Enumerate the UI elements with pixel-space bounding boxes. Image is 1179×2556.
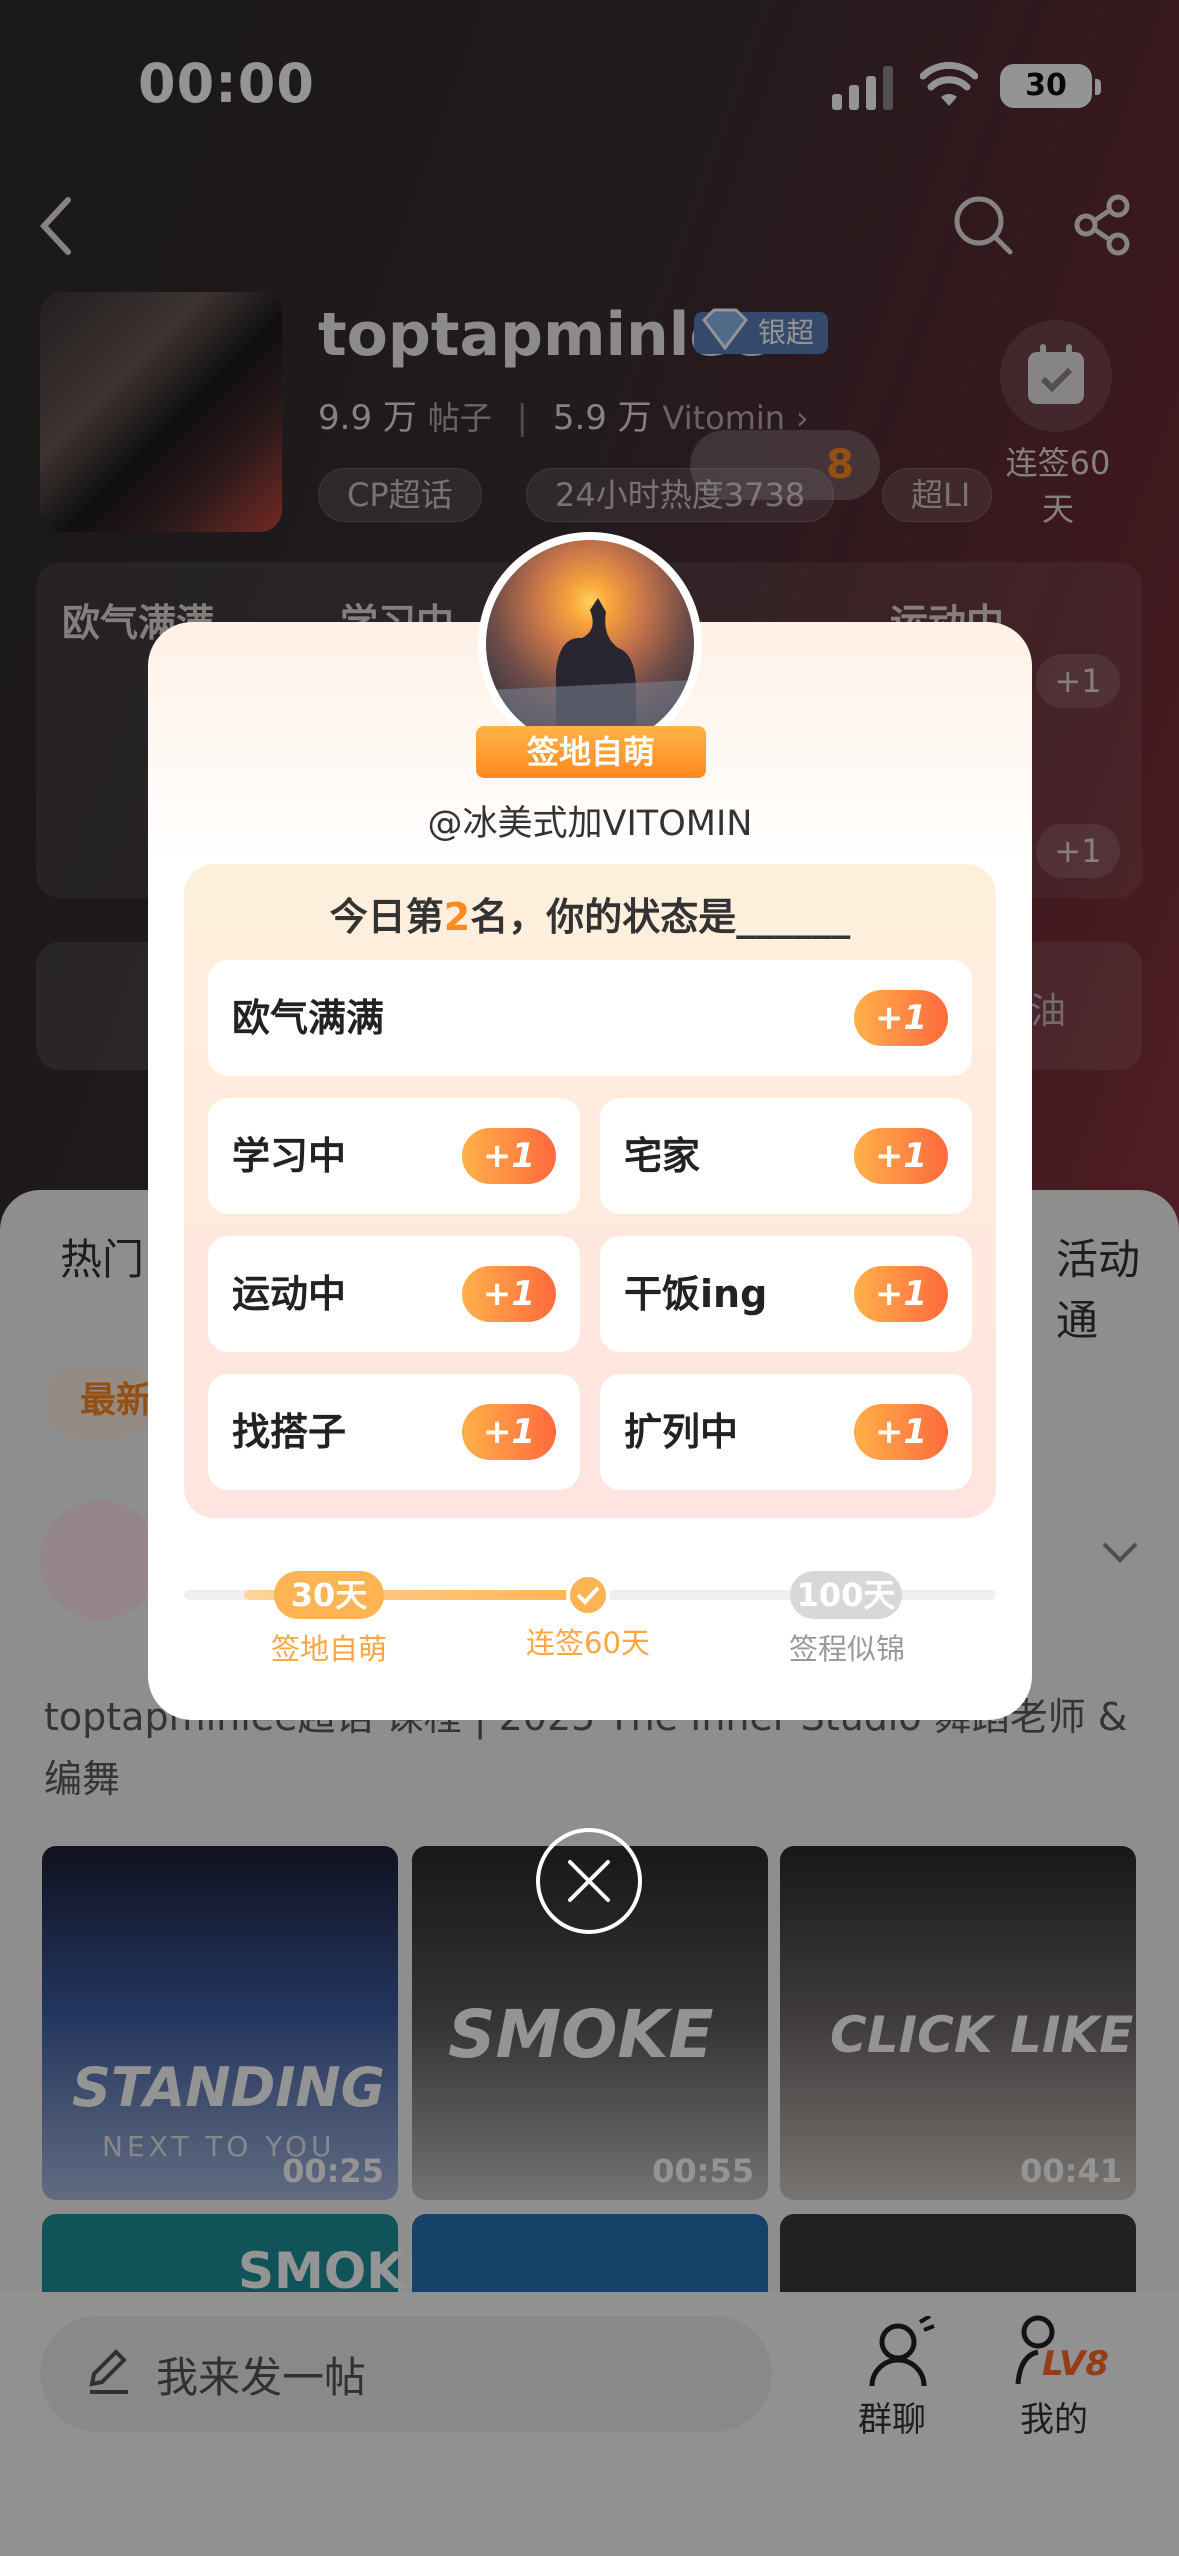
option-label: 找搭子 <box>232 1410 347 1454</box>
plus-one-button[interactable]: +1 <box>854 1128 948 1184</box>
status-option[interactable]: 找搭子 +1 <box>208 1374 580 1490</box>
close-icon <box>568 1860 610 1902</box>
modal-ribbon: 签地自萌 <box>476 726 706 778</box>
rank-number: 2 <box>443 895 471 939</box>
plus-one-button[interactable]: +1 <box>854 990 948 1046</box>
milestone-badge: 30天 <box>274 1571 384 1619</box>
plus-one-button[interactable]: +1 <box>854 1266 948 1322</box>
option-label: 欧气满满 <box>232 996 385 1040</box>
plus-one-button[interactable]: +1 <box>854 1404 948 1460</box>
option-label: 扩列中 <box>624 1410 739 1454</box>
option-label: 干饭ing <box>624 1272 768 1316</box>
milestone-check <box>566 1573 610 1617</box>
milestone-label: 签程似锦 <box>788 1632 905 1666</box>
status-option[interactable]: 学习中 +1 <box>208 1098 580 1214</box>
status-option[interactable]: 扩列中 +1 <box>600 1374 972 1490</box>
sunset-photo <box>486 540 694 748</box>
plus-one-button[interactable]: +1 <box>462 1404 556 1460</box>
plus-one-button[interactable]: +1 <box>462 1128 556 1184</box>
question-suffix: 名，你的状态是______ <box>470 895 851 939</box>
status-option[interactable]: 宅家 +1 <box>600 1098 972 1214</box>
status-option[interactable]: 欧气满满 +1 <box>208 960 972 1076</box>
option-label: 学习中 <box>232 1134 347 1178</box>
option-label: 宅家 <box>624 1134 701 1178</box>
status-option[interactable]: 干饭ing +1 <box>600 1236 972 1352</box>
check-icon <box>576 1586 600 1605</box>
modal-photo <box>478 532 702 756</box>
milestone-label: 签地自萌 <box>270 1632 387 1666</box>
plus-one-button[interactable]: +1 <box>462 1266 556 1322</box>
milestone-label: 连签60天 <box>526 1626 650 1660</box>
question-prefix: 今日第 <box>329 895 444 939</box>
option-label: 运动中 <box>232 1272 347 1316</box>
couple-silhouette <box>486 598 694 748</box>
user-handle: @冰美式加VITOMIN <box>427 804 753 844</box>
status-option[interactable]: 运动中 +1 <box>208 1236 580 1352</box>
milestone-badge: 100天 <box>790 1571 902 1619</box>
question-text: 今日第2名，你的状态是______ <box>184 886 996 941</box>
close-button[interactable] <box>536 1828 642 1934</box>
